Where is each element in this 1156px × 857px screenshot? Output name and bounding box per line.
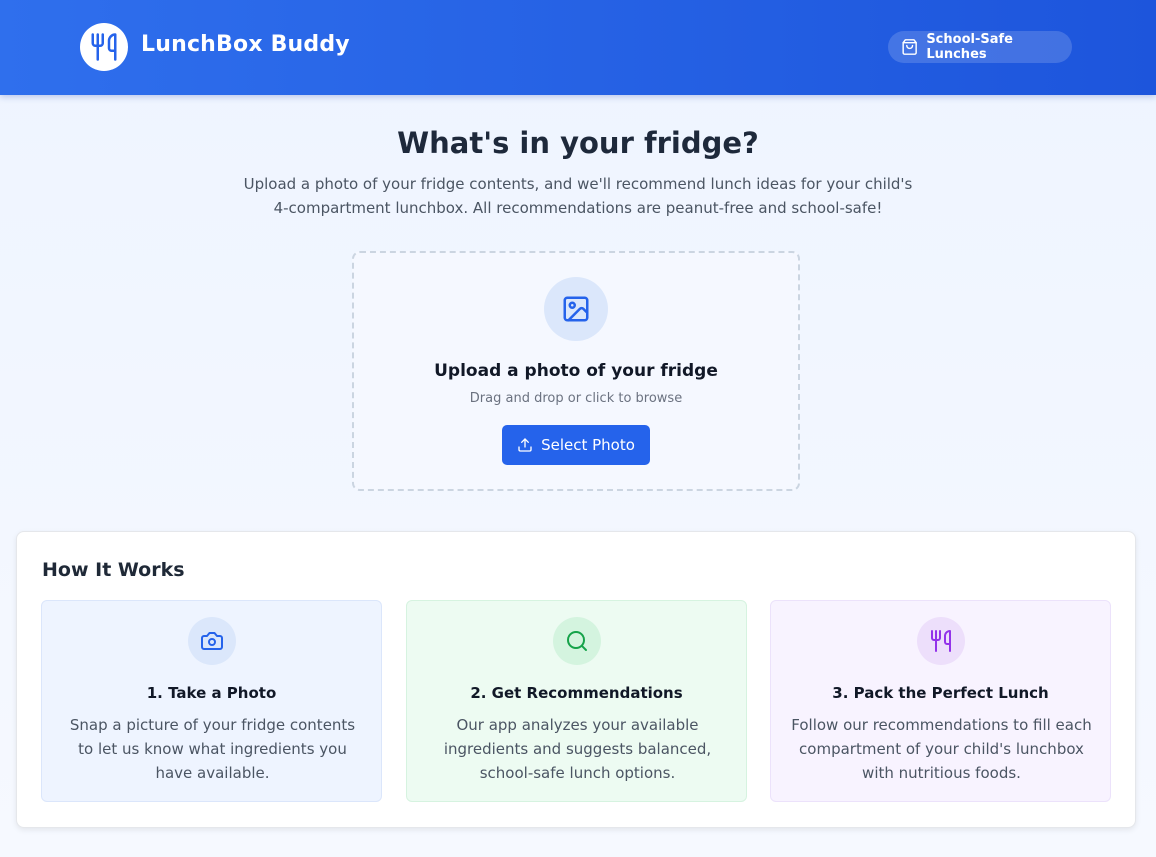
step-card-take-photo: 1. Take a Photo Snap a picture of your f… — [41, 600, 382, 802]
image-icon — [563, 296, 589, 322]
fork-knife-icon — [91, 33, 117, 61]
step-description: Follow our recommendations to fill each … — [791, 716, 1092, 782]
badge-label: School-Safe Lunches — [926, 32, 1013, 62]
camera-icon — [201, 632, 223, 650]
upload-icon — [518, 438, 532, 452]
shopping-bag-icon — [902, 39, 917, 55]
fork-knife-icon — [931, 630, 951, 652]
app-header: LunchBox Buddy School-Safe Lunches — [0, 0, 1156, 95]
step-description: Snap a picture of your fridge contents t… — [69, 716, 356, 782]
search-icon — [567, 631, 587, 651]
select-photo-button[interactable]: Select Photo — [502, 425, 650, 465]
brand-name[interactable]: LunchBox Buddy — [141, 32, 350, 57]
school-safe-badge[interactable]: School-Safe Lunches — [888, 31, 1072, 63]
step-card-pack-lunch: 3. Pack the Perfect Lunch Follow our rec… — [770, 600, 1111, 802]
photo-dropzone[interactable]: Upload a photo of your fridge Drag and d… — [352, 251, 800, 491]
dropzone-title: Upload a photo of your fridge — [434, 361, 718, 381]
dropzone-hint: Drag and drop or click to browse — [469, 391, 683, 406]
step-description: Our app analyzes your available ingredie… — [443, 716, 712, 782]
how-it-works-title: How It Works — [42, 559, 185, 581]
page-title: What's in your fridge? — [397, 126, 759, 160]
step-title: 3. Pack the Perfect Lunch — [832, 684, 1049, 702]
step-icon-wrap — [188, 617, 236, 665]
how-it-works-section: How It Works 1. Take a Photo Snap a pict… — [16, 531, 1136, 828]
page-subtitle: Upload a photo of your fridge contents, … — [243, 175, 913, 217]
step-card-get-recommendations: 2. Get Recommendations Our app analyzes … — [406, 600, 747, 802]
step-icon-wrap — [917, 617, 965, 665]
step-icon-wrap — [553, 617, 601, 665]
select-photo-label: Select Photo — [541, 436, 635, 454]
logo[interactable] — [80, 23, 128, 71]
step-title: 1. Take a Photo — [146, 684, 277, 702]
step-title: 2. Get Recommendations — [470, 684, 683, 702]
upload-image-icon-wrap — [544, 277, 608, 341]
